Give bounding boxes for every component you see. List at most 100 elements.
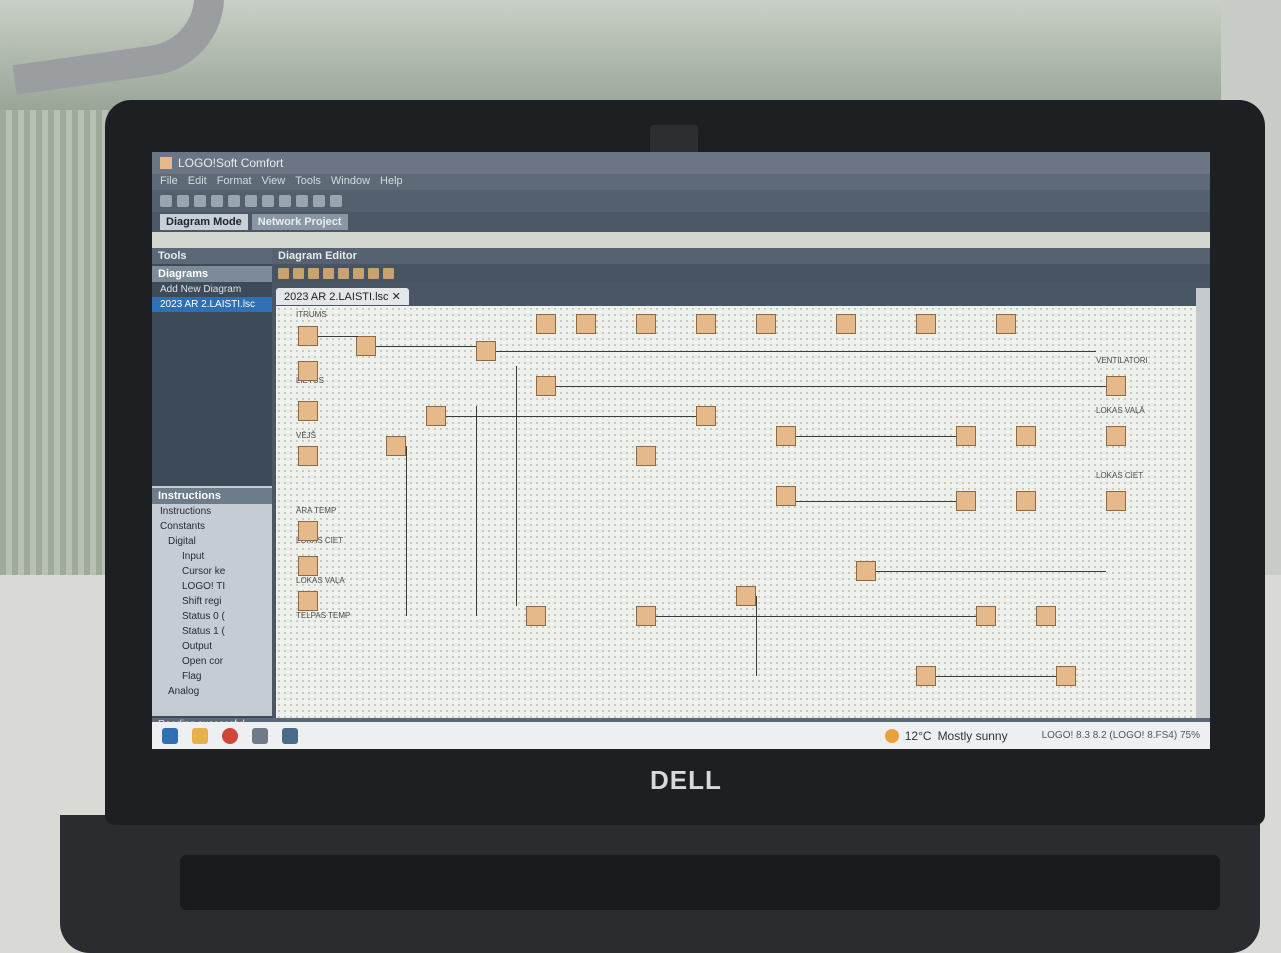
cut-icon[interactable] [228, 195, 240, 207]
function-block[interactable] [776, 486, 796, 506]
connection-wire [876, 571, 1106, 572]
function-block[interactable] [1036, 606, 1056, 626]
diagram-canvas[interactable]: ITRUMS LIETUS VĒJŠ ĀRA TEMP LOKAS CIET L… [276, 306, 1196, 718]
function-block[interactable] [1106, 491, 1126, 511]
function-block[interactable] [1016, 426, 1036, 446]
function-block[interactable] [298, 326, 318, 346]
paste-icon[interactable] [262, 195, 274, 207]
align-tool-icon[interactable] [323, 267, 334, 279]
tab-network-project[interactable]: Network Project [251, 214, 348, 230]
menu-view[interactable]: View [262, 175, 286, 189]
brand-logo: DELL [650, 765, 722, 795]
undo-icon[interactable] [279, 195, 291, 207]
function-block[interactable] [776, 426, 796, 446]
tree-instructions[interactable]: Instructions [152, 504, 272, 519]
calculator-icon[interactable] [252, 727, 268, 744]
instructions-header[interactable]: Instructions [152, 488, 272, 504]
function-block[interactable] [916, 666, 936, 686]
function-block[interactable] [956, 491, 976, 511]
windows-start-icon[interactable] [162, 727, 178, 744]
function-block[interactable] [386, 436, 406, 456]
online-test-icon[interactable] [383, 267, 394, 279]
close-tab-icon[interactable]: ✕ [392, 291, 401, 303]
menu-file[interactable]: File [160, 175, 178, 189]
function-block[interactable] [298, 591, 318, 611]
function-block[interactable] [636, 606, 656, 626]
zoom-in-icon[interactable] [338, 267, 349, 279]
function-block[interactable] [298, 521, 318, 541]
tree-constants[interactable]: Constants [152, 519, 272, 534]
copy-icon[interactable] [245, 195, 257, 207]
tab-diagram-mode[interactable]: Diagram Mode [160, 214, 248, 230]
diagram-item[interactable]: 2023 AR 2.LAISTI.lsc [152, 297, 272, 312]
open-icon[interactable] [177, 195, 189, 207]
tree-open-connector[interactable]: Open cor [152, 654, 272, 669]
tree-status-1[interactable]: Status 1 ( [152, 624, 272, 639]
print-icon[interactable] [211, 195, 223, 207]
function-block[interactable] [696, 314, 716, 334]
function-block[interactable] [636, 446, 656, 466]
upload-icon[interactable] [330, 195, 342, 207]
function-block[interactable] [956, 426, 976, 446]
file-tab[interactable]: 2023 AR 2.LAISTI.lsc ✕ [276, 288, 409, 305]
function-block[interactable] [1106, 426, 1126, 446]
tree-cursor-key[interactable]: Cursor ke [152, 564, 272, 579]
function-block[interactable] [976, 606, 996, 626]
function-block[interactable] [536, 376, 556, 396]
function-block[interactable] [298, 446, 318, 466]
menu-tools[interactable]: Tools [295, 175, 321, 189]
tree-flag[interactable]: Flag [152, 669, 272, 684]
chrome-icon[interactable] [222, 727, 238, 744]
weather-temp: 12°C [904, 728, 932, 743]
menu-edit[interactable]: Edit [188, 175, 207, 189]
function-block[interactable] [1016, 491, 1036, 511]
download-icon[interactable] [313, 195, 325, 207]
function-block[interactable] [1106, 376, 1126, 396]
save-icon[interactable] [194, 195, 206, 207]
menu-help[interactable]: Help [380, 175, 403, 189]
function-block[interactable] [996, 314, 1016, 334]
function-block[interactable] [576, 314, 596, 334]
function-block[interactable] [298, 361, 318, 381]
workspace: Tools Diagrams Add New Diagram 2023 AR 2… [152, 248, 1210, 718]
zoom-out-icon[interactable] [353, 267, 364, 279]
tree-logo-ti[interactable]: LOGO! TI [152, 579, 272, 594]
function-block[interactable] [916, 314, 936, 334]
connection-wire [446, 416, 696, 417]
redo-icon[interactable] [296, 195, 308, 207]
function-block[interactable] [426, 406, 446, 426]
function-block[interactable] [696, 406, 716, 426]
simulate-icon[interactable] [368, 267, 379, 279]
new-icon[interactable] [160, 195, 172, 207]
logo-soft-icon[interactable] [282, 727, 298, 744]
connection-status: LOGO! 8.3 8.2 (LOGO! 8.FS4) 75% [1041, 730, 1200, 741]
function-block[interactable] [356, 336, 376, 356]
diagrams-header[interactable]: Diagrams [152, 266, 272, 282]
menu-window[interactable]: Window [331, 175, 370, 189]
tree-digital[interactable]: Digital [152, 534, 272, 549]
connect-tool-icon[interactable] [293, 267, 304, 279]
weather-widget[interactable]: 12°C Mostly sunny [884, 728, 1008, 743]
function-block[interactable] [1056, 666, 1076, 686]
function-block[interactable] [856, 561, 876, 581]
vertical-scrollbar[interactable] [1196, 288, 1210, 718]
function-block[interactable] [298, 556, 318, 576]
function-block[interactable] [536, 314, 556, 334]
function-block[interactable] [526, 606, 546, 626]
tree-analog[interactable]: Analog [152, 684, 272, 699]
function-block[interactable] [736, 586, 756, 606]
text-tool-icon[interactable] [308, 267, 319, 279]
function-block[interactable] [756, 314, 776, 334]
tree-shift-register[interactable]: Shift regi [152, 594, 272, 609]
file-explorer-icon[interactable] [192, 727, 208, 744]
tree-output[interactable]: Output [152, 639, 272, 654]
function-block[interactable] [636, 314, 656, 334]
function-block[interactable] [836, 314, 856, 334]
add-new-diagram[interactable]: Add New Diagram [152, 282, 272, 297]
function-block[interactable] [298, 401, 318, 421]
menu-format[interactable]: Format [217, 175, 252, 189]
tree-status-0[interactable]: Status 0 ( [152, 609, 272, 624]
tree-input[interactable]: Input [152, 549, 272, 564]
select-tool-icon[interactable] [278, 267, 289, 279]
function-block[interactable] [476, 341, 496, 361]
